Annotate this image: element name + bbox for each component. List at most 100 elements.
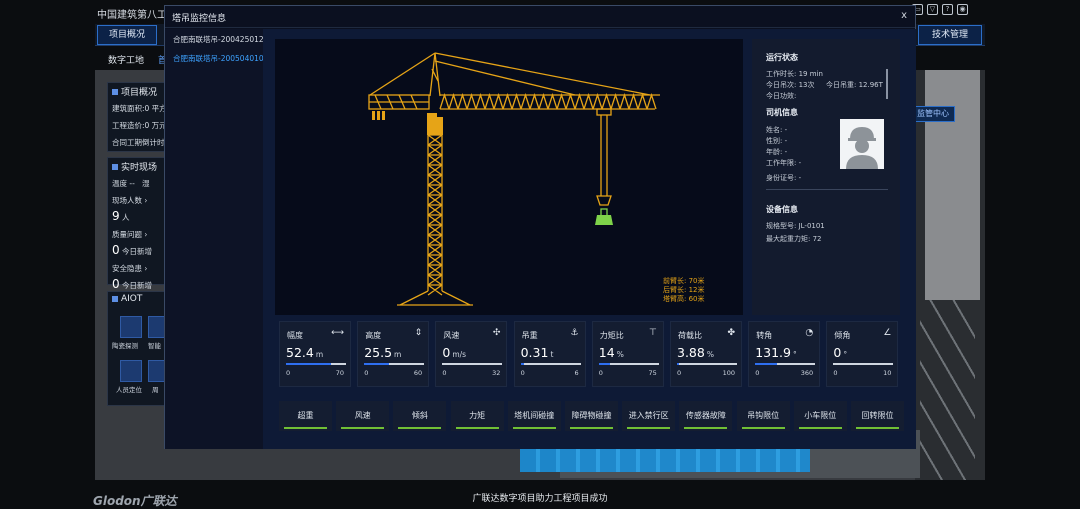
safety-value: 0 <box>112 277 120 291</box>
today-weight: 今日吊重: 12.96T <box>826 81 883 89</box>
alarm-label: 力矩 <box>469 411 486 420</box>
quality-value: 0 <box>112 243 120 257</box>
live-title: 实时现场 <box>121 163 158 173</box>
aiot-tile[interactable] <box>120 360 142 382</box>
stat-progress-track <box>520 363 581 365</box>
stat-value: 131.9 <box>755 345 791 360</box>
alarm-indicator[interactable]: 障碍物碰撞 <box>565 401 618 431</box>
stat-progress-fill <box>286 363 331 365</box>
sensor-stats: 幅度 ⟷ 52.4 m 0 70 高度 ⇕ 25.5 m 0 60 风速 ✣ 0 m/s 0 32 吊重 ⚓ 0.31 t… <box>279 321 904 387</box>
torque-icon: ⊤ <box>648 328 657 338</box>
stat-min: 0 <box>364 369 369 377</box>
monitor-center-button[interactable]: 监管中心 <box>911 106 955 122</box>
alarm-status-bar <box>284 427 327 429</box>
overview-title: 项目概况 <box>121 88 158 98</box>
safety-label[interactable]: 安全隐患 › <box>108 260 166 277</box>
stat-progress-fill <box>755 363 778 365</box>
countdown-text: 合同工期倒计时 <box>112 138 165 147</box>
fan-icon: ✣ <box>492 328 501 338</box>
alarm-status-bar <box>856 427 899 429</box>
stat-value-line: 52.4 m <box>286 345 323 360</box>
alarm-indicator[interactable]: 吊钩限位 <box>736 401 790 431</box>
stat-unit: % <box>616 350 624 359</box>
work-time: 工作时长: 19 min <box>766 70 823 78</box>
stat-card: 力矩比 ⊤ 14% 0 75 <box>591 321 664 387</box>
width-icon: ⟷ <box>331 328 344 338</box>
card-bullet-icon <box>112 163 118 170</box>
subnav-digital-site[interactable]: 数字工地 <box>108 53 144 66</box>
stat-card: 高度 ⇕ 25.5 m 0 60 <box>357 321 430 387</box>
people-value: 9 <box>112 209 120 223</box>
modal-header: 塔吊监控信息 x <box>165 6 915 28</box>
stat-value-line: 0.31 t <box>521 345 554 360</box>
stat-progress-track <box>755 363 816 365</box>
safety-sub: 今日新增 <box>122 281 153 290</box>
stat-label: 力矩比 <box>599 331 624 340</box>
stat-value: 14 <box>598 345 615 360</box>
stat-label: 转角 <box>756 331 773 340</box>
crane-list-item[interactable]: 合肥南联塔吊-2004250124 <box>165 29 268 48</box>
info-panel: 运行状态 工作时长: 19 min 今日吊次: 13次 今日吊重: 12.96T… <box>752 39 900 315</box>
stat-label: 高度 <box>365 331 382 340</box>
alarm-indicator[interactable]: 力矩 <box>450 401 504 431</box>
alarm-status-bar <box>398 427 442 429</box>
today-lifts: 今日吊次: 13次 <box>766 81 815 89</box>
people-label[interactable]: 现场人数 › <box>108 192 166 209</box>
alarm-indicator[interactable]: 倾斜 <box>393 401 447 431</box>
load-icon: ✤ <box>727 328 735 338</box>
stat-max: 32 <box>492 369 501 377</box>
user-icon[interactable]: ◉ <box>957 4 968 15</box>
stat-value-line: 25.5 m <box>364 345 401 360</box>
nav-tech-management[interactable]: 技术管理 <box>918 25 982 45</box>
stat-progress-fill <box>520 363 524 365</box>
stat-progress-fill <box>364 363 390 365</box>
alarm-label: 超重 <box>297 411 314 420</box>
alarm-label: 小车限位 <box>804 411 837 420</box>
stat-min: 0 <box>833 369 838 377</box>
nav-project-overview[interactable]: 项目概况 <box>97 25 157 45</box>
stat-label: 倾角 <box>834 331 851 340</box>
footer-caption: 广联达数字项目助力工程项目成功 <box>472 494 608 504</box>
driver-gender: 性别: - <box>766 137 788 145</box>
alarm-status-bar <box>741 427 785 429</box>
aiot-title: AIOT <box>121 294 143 304</box>
driver-id: 身份证号: - <box>766 174 802 182</box>
hook-icon: ⚓ <box>570 328 579 338</box>
divider <box>766 189 888 190</box>
alarm-status-bar <box>455 427 499 429</box>
stat-value: 25.5 <box>364 345 393 360</box>
quality-label[interactable]: 质量问题 › <box>108 226 166 243</box>
alarm-label: 传感器故障 <box>685 411 726 420</box>
alarm-indicator[interactable]: 进入禁行区 <box>622 401 676 431</box>
stat-value: 52.4 <box>286 345 314 360</box>
stat-max: 75 <box>648 369 657 377</box>
alarm-indicator[interactable]: 小车限位 <box>793 401 847 431</box>
rotation-icon: ◔ <box>805 328 814 338</box>
stat-unit: ° <box>792 350 797 359</box>
alarm-indicator[interactable]: 超重 <box>279 401 332 431</box>
stat-min: 0 <box>755 369 760 377</box>
tower-crane-graphic <box>368 52 660 306</box>
alarm-indicator[interactable]: 回转限位 <box>851 401 904 431</box>
close-button[interactable]: x <box>901 10 907 21</box>
alarm-label: 吊钩限位 <box>747 411 780 420</box>
alarm-indicator[interactable]: 传感器故障 <box>679 401 733 431</box>
people-unit: 人 <box>122 213 130 222</box>
scene-building <box>925 70 980 300</box>
stat-max: 6 <box>574 369 579 377</box>
stat-progress-track <box>286 363 346 365</box>
overview-card: 项目概况 建筑面积:0 平方 工程造价:0 万元 合同工期倒计时 <box>107 82 167 152</box>
alarm-indicator[interactable]: 塔机间碰撞 <box>507 401 561 431</box>
shirt-icon[interactable]: ▽ <box>927 4 938 15</box>
alarm-status-bar <box>341 427 385 429</box>
stat-progress-track <box>598 363 659 365</box>
info-scrollbar[interactable] <box>886 69 888 99</box>
alarm-indicator[interactable]: 风速 <box>336 401 390 431</box>
crane-list-item-active[interactable]: 合肥南联塔吊-2005040102 <box>165 48 268 67</box>
aiot-tile[interactable] <box>120 316 142 338</box>
device-max-torque: 最大起重力矩: 72 <box>766 235 822 243</box>
live-card: 实时现场 温度 -- 湿 现场人数 › 9 人 质量问题 › 0 今日新增 安全… <box>107 157 167 291</box>
quality-sub: 今日新增 <box>122 247 153 256</box>
help-icon[interactable]: ? <box>942 4 953 15</box>
stat-label: 幅度 <box>287 331 303 340</box>
